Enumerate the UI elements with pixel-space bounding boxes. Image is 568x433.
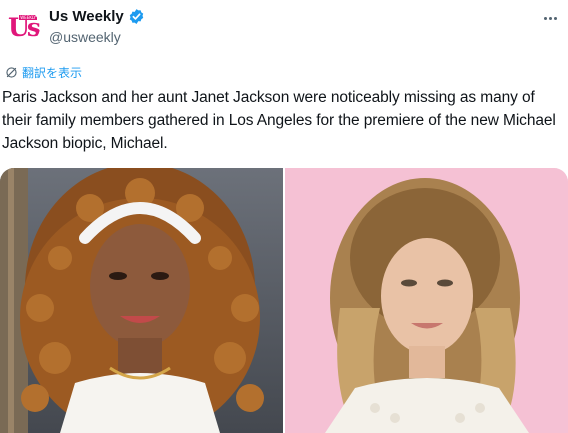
avatar-logo-tag: WEEKLY [19, 15, 37, 20]
media-photo-right[interactable] [285, 168, 568, 433]
display-name[interactable]: Us Weekly [49, 8, 124, 25]
media-grid [0, 168, 568, 433]
author-handle[interactable]: @usweekly [49, 29, 121, 45]
media-photo-left[interactable] [0, 168, 283, 433]
translate-label: 翻訳を表示 [22, 66, 83, 80]
avatar[interactable]: Us WEEKLY [6, 10, 40, 44]
author-name-row: Us Weekly [49, 8, 145, 25]
verified-badge-icon [128, 8, 145, 25]
translate-link[interactable]: 翻訳を表示 [5, 64, 82, 81]
tweet-text: Paris Jackson and her aunt Janet Jackson… [2, 89, 556, 152]
translate-icon [5, 66, 18, 79]
more-options-icon[interactable] [540, 8, 560, 28]
